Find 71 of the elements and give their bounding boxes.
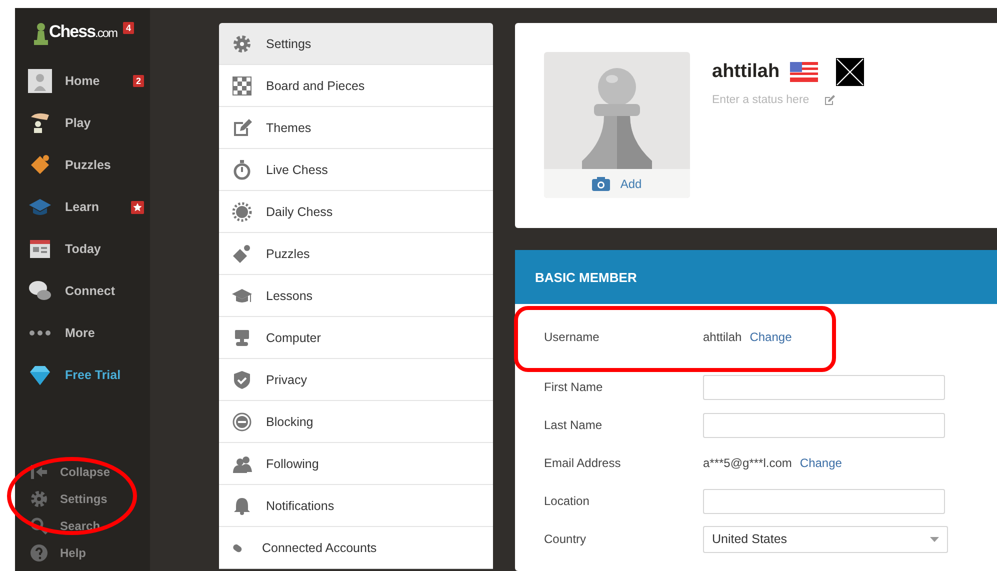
field-label: First Name <box>544 380 604 394</box>
field-label: Username <box>544 330 600 344</box>
us-flag-icon <box>790 62 818 82</box>
nav-item[interactable]: Connect <box>65 284 115 298</box>
field-label: Country <box>544 532 588 546</box>
membership-title: BASIC MEMBER <box>535 270 637 284</box>
settings-menu-item[interactable]: Lessons <box>219 275 493 317</box>
newspaper-icon <box>28 237 52 261</box>
stopwatch-icon <box>232 160 252 180</box>
field-value: ahttilah <box>703 330 742 344</box>
star-badge-icon <box>131 200 144 214</box>
settings-icon <box>30 490 48 508</box>
collapse-icon <box>30 462 48 480</box>
block-icon <box>232 412 252 432</box>
settings-menu-item[interactable]: Daily Chess <box>219 191 493 233</box>
settings-menu-item[interactable]: Blocking <box>219 401 493 443</box>
input-field[interactable] <box>703 412 945 438</box>
field-label: Last Name <box>544 418 604 432</box>
help-icon <box>30 544 48 562</box>
nav-item[interactable]: More <box>65 326 95 340</box>
field-value: a***5@g***l.com <box>703 456 792 470</box>
checkerboard-icon <box>232 76 252 96</box>
add-photo-button[interactable]: Add <box>544 169 690 198</box>
nav-item[interactable]: Today <box>65 242 101 256</box>
logo-text[interactable]: Chess.com <box>49 22 118 42</box>
change-link[interactable]: Change <box>750 330 792 344</box>
nav-item[interactable]: Puzzles <box>65 158 111 172</box>
settings-menu-item[interactable]: Live Chess <box>219 149 493 191</box>
input-field[interactable] <box>703 488 945 514</box>
change-link[interactable]: Change <box>800 456 842 470</box>
settings-menu-item[interactable]: Following <box>219 443 493 485</box>
edit-icon <box>232 118 252 138</box>
settings-menu-item[interactable]: Board and Pieces <box>219 65 493 107</box>
camera-icon <box>592 176 610 190</box>
settings-menu-item[interactable]: Connected Accounts <box>219 527 493 569</box>
diamond-icon <box>28 363 52 387</box>
sidebar-footer-item[interactable]: Settings <box>60 492 108 506</box>
edit-icon[interactable] <box>824 94 835 106</box>
field-label: Email Address <box>544 456 622 470</box>
caret-icon <box>930 536 939 542</box>
settings-menu-item[interactable]: Themes <box>219 107 493 149</box>
pawn-logo-icon <box>33 22 49 46</box>
settings-menu-item[interactable]: Puzzles <box>219 233 493 275</box>
field-label: Location <box>544 494 590 508</box>
chat-bubbles-icon <box>28 279 52 303</box>
search-icon <box>30 516 48 534</box>
avatar-icon <box>28 69 52 93</box>
sun-icon <box>232 202 252 222</box>
computer-icon <box>232 328 252 348</box>
shield-icon <box>232 370 252 390</box>
notification-badge: 4 <box>123 22 134 34</box>
gear-icon <box>232 34 252 54</box>
country-dropdown[interactable]: United States <box>703 526 948 552</box>
settings-menu-item[interactable]: Computer <box>219 317 493 359</box>
notification-badge: 2 <box>132 75 144 87</box>
bell-icon <box>232 496 252 516</box>
nav-item[interactable]: Home <box>65 74 100 88</box>
dots-icon <box>28 330 52 336</box>
username-heading: ahttilah <box>712 61 780 83</box>
nav-item[interactable]: Learn <box>65 200 100 214</box>
nav-item[interactable]: Free Trial <box>65 368 121 382</box>
sidebar-footer-item[interactable]: Collapse <box>60 464 110 478</box>
people-icon <box>232 454 252 474</box>
settings-menu-item[interactable]: Notifications <box>219 485 493 527</box>
puzzle-icon <box>232 244 252 264</box>
input-field[interactable] <box>703 374 945 400</box>
nav-item[interactable]: Play <box>65 116 91 130</box>
broken-image-icon <box>836 58 864 86</box>
sidebar-footer-item[interactable]: Help <box>60 546 86 560</box>
settings-menu-item[interactable]: Privacy <box>219 359 493 401</box>
settings-menu-item[interactable]: Settings <box>219 23 493 65</box>
